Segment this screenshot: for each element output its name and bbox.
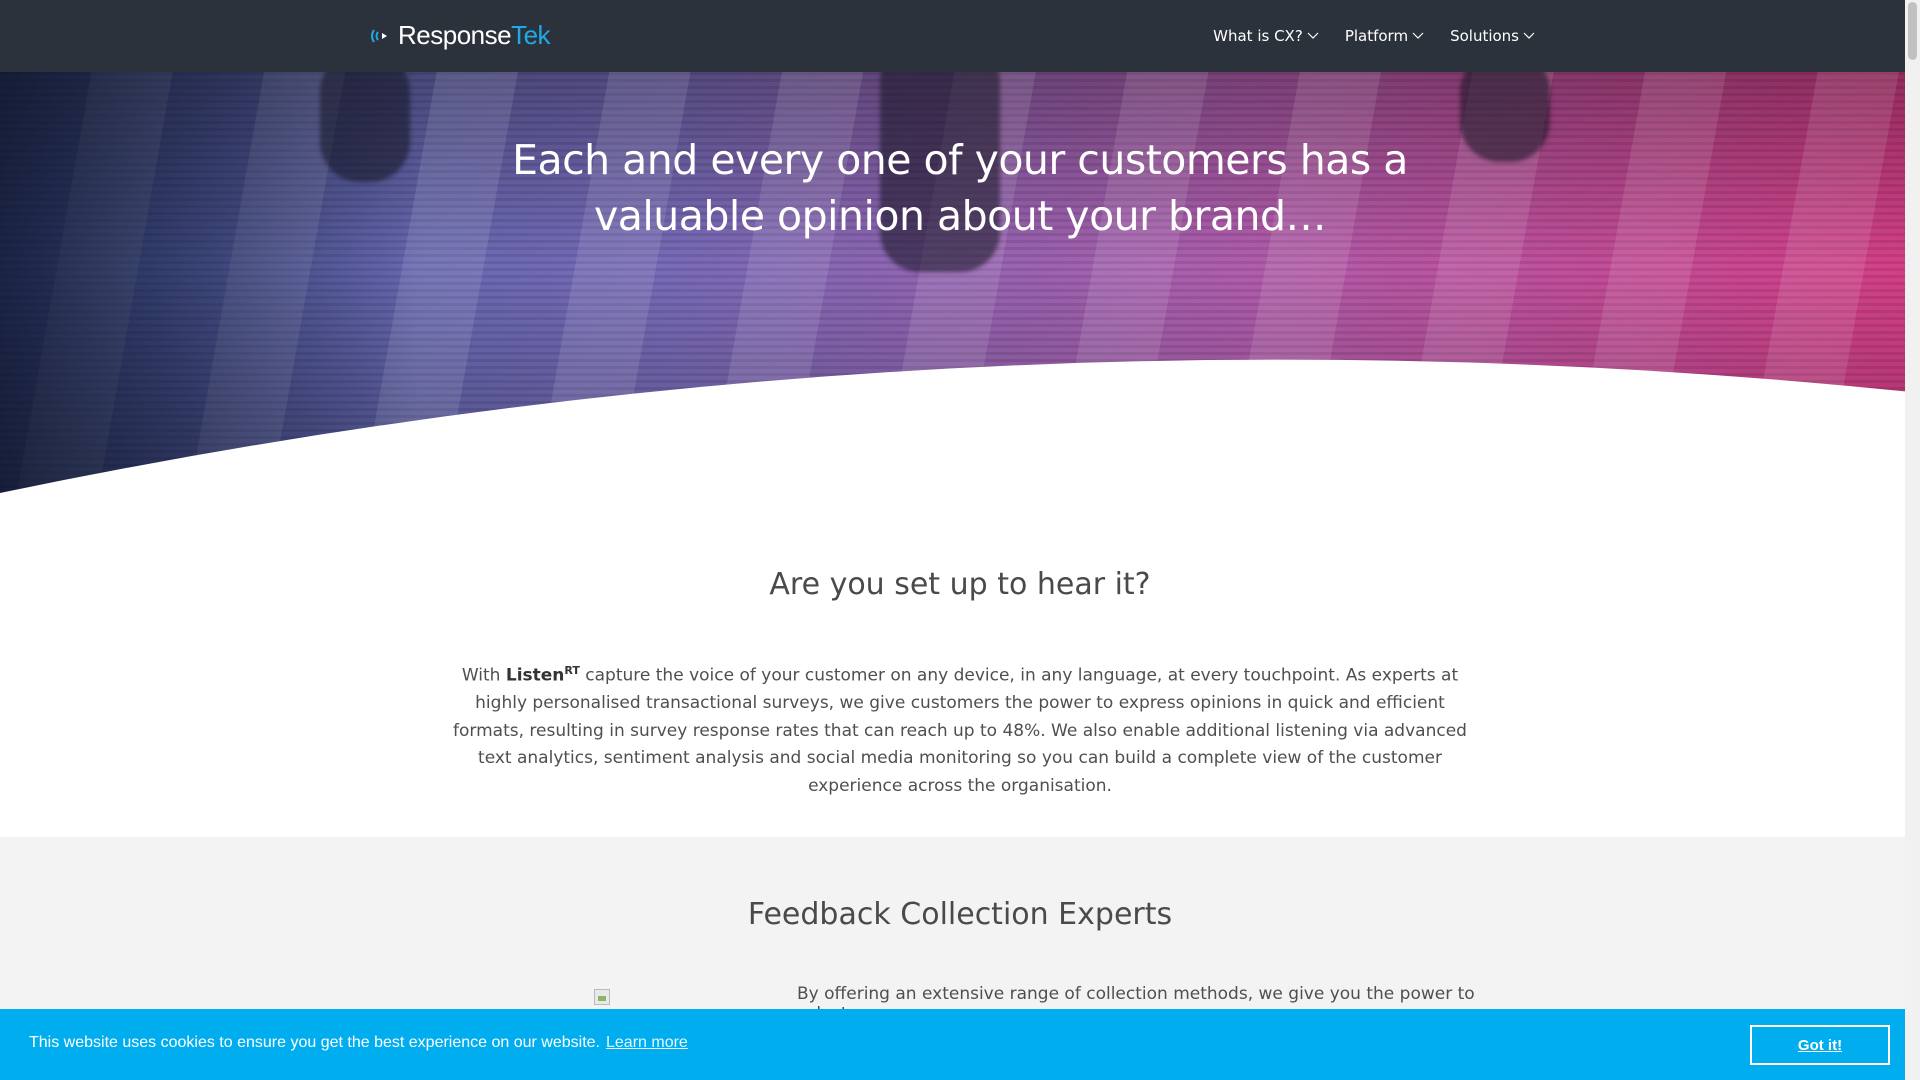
hero-headline: Each and every one of your customers has… xyxy=(512,136,1408,240)
intro-heading: Are you set up to hear it? xyxy=(769,567,1151,602)
intro-section: Are you set up to hear it? With ListenRT… xyxy=(0,502,1920,837)
logo-text-response: Response xyxy=(398,20,512,50)
cookie-message: This website uses cookies to ensure you … xyxy=(29,1034,688,1052)
chevron-down-icon xyxy=(1412,32,1424,39)
page-scrollbar[interactable] xyxy=(1905,0,1920,1080)
learn-more-link[interactable]: Learn more xyxy=(606,1034,688,1051)
sound-waves-icon xyxy=(371,28,387,43)
top-navigation: Response Tek What is CX? Platform Solutio… xyxy=(0,0,1920,72)
menu-item-platform[interactable]: Platform xyxy=(1345,27,1424,45)
menu-item-solutions[interactable]: Solutions xyxy=(1450,27,1535,45)
main-menu: What is CX? Platform Solutions xyxy=(1213,0,1535,72)
hero-curve-divider xyxy=(0,359,1920,502)
menu-item-what-is-cx[interactable]: What is CX? xyxy=(1213,27,1319,45)
chevron-down-icon xyxy=(1523,32,1535,39)
cookie-message-text: This website uses cookies to ensure you … xyxy=(29,1034,600,1051)
menu-item-label: What is CX? xyxy=(1213,27,1303,45)
menu-item-label: Solutions xyxy=(1450,27,1519,45)
got-it-button[interactable]: Got it! xyxy=(1750,1025,1890,1065)
pedestrian-silhouette xyxy=(1460,72,1550,162)
chevron-down-icon xyxy=(1307,32,1319,39)
listen-brand-superscript: RT xyxy=(564,664,580,677)
intro-paragraph: With ListenRT capture the voice of your … xyxy=(450,657,1470,800)
intro-body: capture the voice of your customer on an… xyxy=(453,665,1467,796)
cookie-consent-banner: This website uses cookies to ensure you … xyxy=(0,1009,1920,1080)
scrollbar-thumb[interactable] xyxy=(1908,2,1917,60)
pedestrian-silhouette xyxy=(320,72,410,182)
broken-image-icon xyxy=(594,989,610,1005)
hero-banner: Each and every one of your customers has… xyxy=(0,72,1920,502)
feedback-heading: Feedback Collection Experts xyxy=(747,897,1173,932)
listen-brand: Listen xyxy=(505,665,565,686)
logo-text-tek: Tek xyxy=(511,20,551,50)
responsetek-logo[interactable]: Response Tek xyxy=(370,20,551,51)
intro-body-prefix: With xyxy=(461,665,506,686)
menu-item-label: Platform xyxy=(1344,27,1409,45)
